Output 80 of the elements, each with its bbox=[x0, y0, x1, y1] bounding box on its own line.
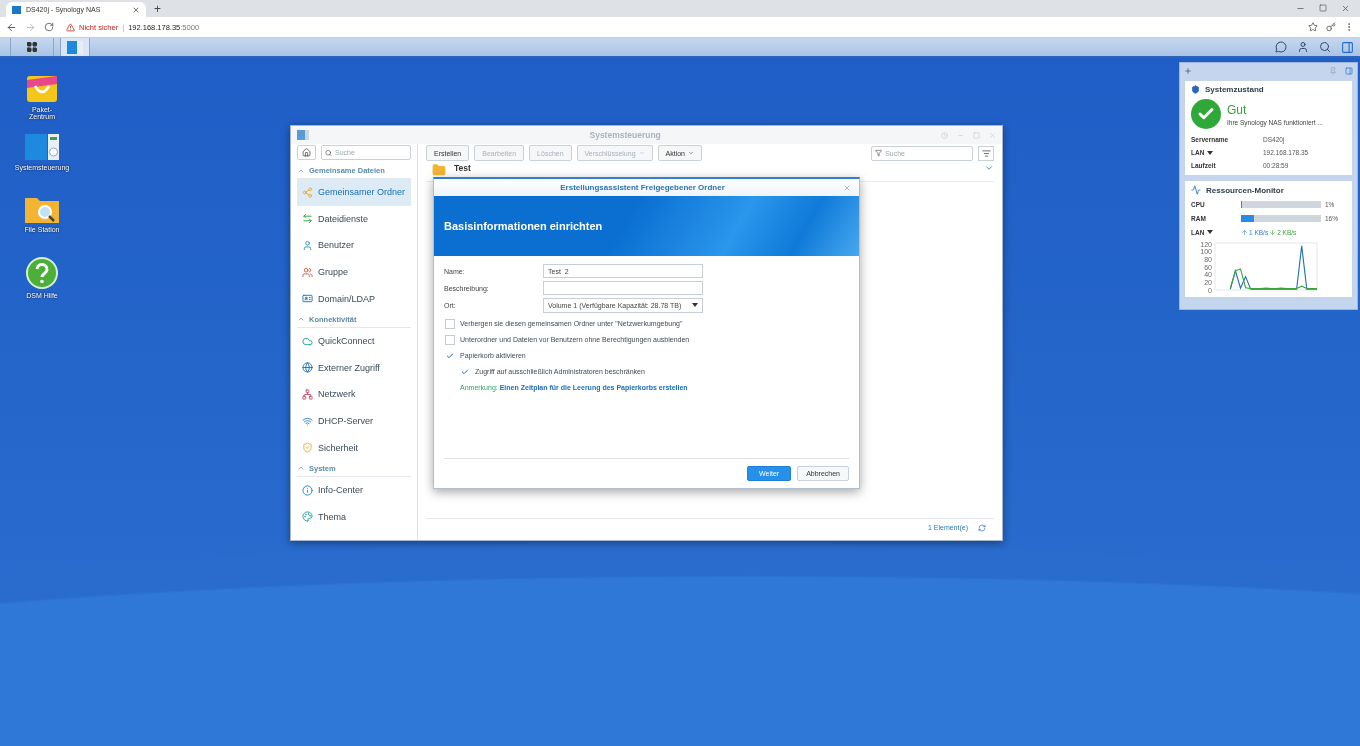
sidebar-item[interactable]: Domain/LDAP bbox=[297, 285, 411, 312]
cloud-icon bbox=[302, 335, 313, 347]
window-title: Systemsteuerung bbox=[588, 130, 662, 140]
star-icon[interactable] bbox=[1308, 22, 1318, 32]
sidebar-item[interactable]: DHCP-Server bbox=[297, 407, 411, 435]
sidebar-item[interactable]: Dateidienste bbox=[297, 205, 411, 233]
caret-icon bbox=[688, 150, 694, 156]
chat-icon[interactable] bbox=[1275, 41, 1287, 53]
close-icon[interactable] bbox=[132, 5, 140, 14]
maximize-icon[interactable] bbox=[1319, 4, 1327, 12]
list-icon bbox=[981, 148, 991, 158]
check-icon bbox=[1191, 99, 1221, 129]
taskbar-app-button[interactable] bbox=[60, 38, 90, 56]
caret-icon bbox=[692, 303, 698, 307]
wifi-icon bbox=[302, 415, 313, 427]
user-icon[interactable] bbox=[1297, 41, 1309, 53]
sidebar-item[interactable]: Info-Center bbox=[297, 476, 411, 504]
widgets-icon[interactable] bbox=[1341, 40, 1354, 54]
filter-icon bbox=[875, 149, 883, 157]
folder-icon bbox=[432, 163, 446, 177]
input-field[interactable] bbox=[543, 281, 703, 295]
activity-icon bbox=[1191, 185, 1201, 195]
up-arrow-icon bbox=[1241, 228, 1248, 236]
new-tab-button[interactable]: + bbox=[154, 2, 161, 17]
close-icon[interactable] bbox=[843, 183, 851, 192]
checkbox[interactable] bbox=[445, 334, 455, 345]
user-icon bbox=[302, 240, 313, 251]
sidebar-item[interactable]: Externer Zugriff bbox=[297, 354, 411, 382]
main-menu-button[interactable] bbox=[10, 38, 54, 56]
warning-icon bbox=[66, 22, 75, 32]
sidebar-item[interactable]: QuickConnect bbox=[297, 327, 411, 355]
network-icon bbox=[302, 388, 313, 400]
favicon-icon bbox=[12, 5, 21, 14]
sidebar-item[interactable]: Benutzer bbox=[297, 232, 411, 259]
search-icon[interactable] bbox=[1319, 41, 1331, 53]
checkbox[interactable] bbox=[445, 318, 455, 329]
shield-icon bbox=[1191, 85, 1200, 94]
forward-icon[interactable] bbox=[25, 21, 36, 33]
arrows-icon bbox=[302, 213, 313, 225]
grid-icon bbox=[26, 41, 38, 53]
home-icon bbox=[302, 148, 311, 157]
collapse-panel-icon[interactable] bbox=[1345, 67, 1353, 75]
folder-name[interactable]: Test bbox=[454, 163, 976, 173]
sidebar-item[interactable]: Gemeinsamer Ordner bbox=[297, 179, 411, 206]
app-icon bbox=[297, 130, 309, 140]
checkbox[interactable] bbox=[460, 366, 470, 377]
close-icon[interactable] bbox=[1341, 4, 1350, 13]
search-icon bbox=[325, 148, 332, 157]
card-title: Systemzustand bbox=[1205, 85, 1264, 94]
refresh-icon[interactable] bbox=[978, 523, 986, 532]
status-text: Gut bbox=[1227, 102, 1248, 117]
key-icon[interactable] bbox=[1326, 22, 1336, 32]
home-button[interactable] bbox=[297, 145, 316, 160]
sort-button[interactable] bbox=[978, 145, 994, 161]
dialog-title: Erstellungsassistent Freigegebener Ordner bbox=[559, 183, 726, 192]
info-icon bbox=[302, 484, 313, 496]
shield-icon bbox=[302, 442, 313, 454]
caret-icon[interactable] bbox=[1207, 150, 1214, 155]
caret-icon[interactable] bbox=[1207, 230, 1214, 234]
control-panel-icon bbox=[67, 40, 83, 54]
sidebar-item[interactable]: Gruppe bbox=[297, 258, 411, 286]
expand-icon[interactable] bbox=[984, 163, 994, 173]
palette-icon bbox=[302, 511, 313, 523]
down-arrow-icon bbox=[1269, 228, 1277, 236]
sidebar-item[interactable]: Thema bbox=[297, 503, 411, 531]
card-title: Ressourcen-Monitor bbox=[1206, 185, 1284, 195]
back-icon[interactable] bbox=[6, 21, 17, 33]
share-icon bbox=[302, 186, 313, 198]
sidebar-item[interactable]: Sicherheit bbox=[297, 434, 411, 461]
add-icon[interactable] bbox=[1184, 67, 1192, 75]
control-panel-icon[interactable] bbox=[24, 132, 60, 162]
users-icon bbox=[302, 266, 313, 278]
globe-icon bbox=[302, 362, 313, 374]
dialog-heading: Basisinformationen einrichten bbox=[444, 220, 603, 232]
help-icon[interactable] bbox=[25, 256, 59, 290]
checkbox[interactable] bbox=[445, 350, 455, 361]
caret-icon bbox=[638, 150, 645, 156]
id-card-icon bbox=[302, 293, 313, 305]
sidebar-item[interactable]: Netzwerk bbox=[297, 381, 411, 408]
reload-icon[interactable] bbox=[44, 22, 54, 32]
